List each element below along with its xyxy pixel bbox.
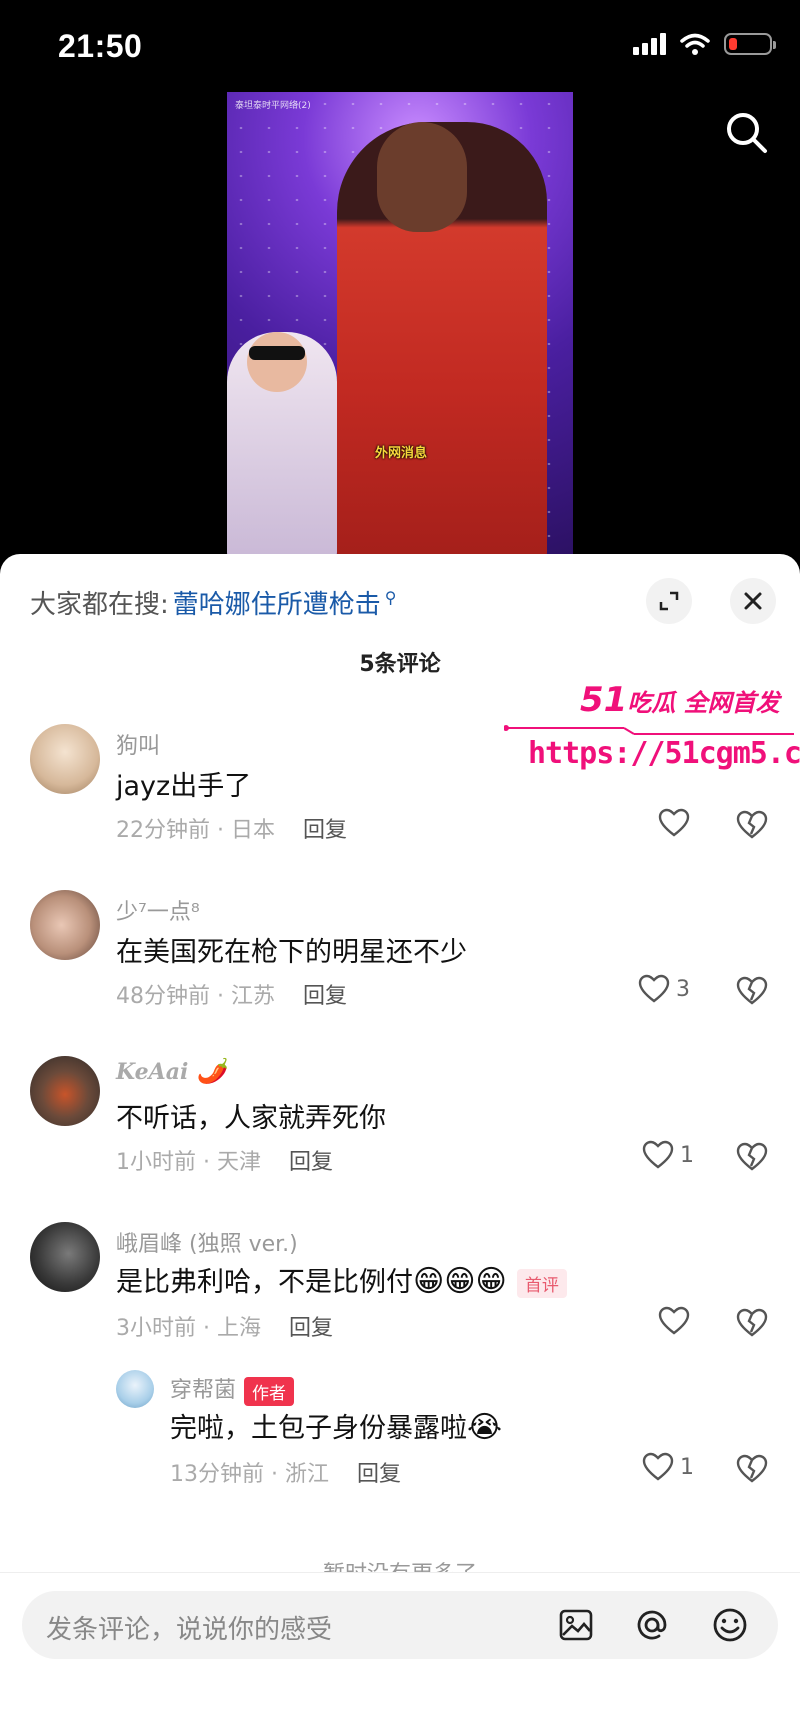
comment-username[interactable]: 峨眉峰 (独照 ver.) (116, 1226, 298, 1258)
avatar[interactable] (30, 1222, 100, 1292)
reply-username[interactable]: 穿帮菌 (170, 1378, 236, 1403)
signal-icon (633, 33, 666, 55)
reply-button[interactable]: 回复 (357, 1462, 401, 1487)
image-icon[interactable] (556, 1605, 596, 1645)
ad-title-number: 51 (580, 680, 628, 720)
avatar[interactable] (116, 1370, 154, 1408)
broken-heart-icon[interactable] (736, 1142, 768, 1172)
comment-text-body: 是比弗利哈，不是比例付 (116, 1267, 413, 1298)
reply-username-row: 穿帮菌 作者 (170, 1372, 295, 1406)
heart-icon (638, 974, 670, 1003)
like-button[interactable]: 3 (638, 974, 690, 1004)
reply-time-location: 13分钟前 · 浙江 (170, 1462, 329, 1487)
comment-username[interactable]: 狗叫 (116, 728, 160, 760)
broken-heart-icon[interactable] (736, 976, 768, 1006)
comment-meta: 1小时前 · 天津 回复 (116, 1144, 333, 1176)
comment-username[interactable]: 少⁷一点⁸ (116, 894, 200, 926)
hot-search-link[interactable]: 蕾哈娜住所遭枪击 (173, 584, 381, 621)
comment-meta: 22分钟前 · 日本 回复 (116, 812, 347, 844)
status-bar: 21:50 (0, 0, 800, 92)
ad-title-text: 吃瓜 全网首发 (627, 689, 780, 717)
at-icon[interactable] (632, 1605, 672, 1645)
heart-icon (642, 1452, 674, 1481)
like-button[interactable]: 1 (642, 1452, 694, 1482)
ad-decoration (504, 725, 794, 735)
video-player[interactable]: 泰坦泰时平网络(2) 外网消息 (227, 92, 573, 554)
grin-emoji: 😁😁😁 (413, 1264, 507, 1299)
broken-heart-icon[interactable] (736, 1454, 768, 1484)
emoji-icon[interactable] (710, 1605, 750, 1645)
expand-icon (659, 591, 679, 611)
comment-meta: 3小时前 · 上海 回复 (116, 1310, 333, 1342)
video-watermark: 泰坦泰时平网络(2) (235, 101, 311, 111)
like-count: 3 (676, 976, 690, 1002)
reply-button[interactable]: 回复 (303, 818, 347, 843)
close-icon (744, 592, 762, 610)
like-button[interactable]: 1 (642, 1140, 694, 1170)
comment-composer: 发条评论，说说你的感受 (0, 1572, 800, 1732)
comment-input-placeholder: 发条评论，说说你的感受 (46, 1615, 333, 1645)
video-caption: 外网消息 (375, 446, 428, 461)
like-count: 1 (680, 1454, 694, 1480)
heart-icon (658, 1306, 690, 1335)
hot-search: 大家都在搜: 蕾哈娜住所遭枪击 ⚲ (30, 584, 397, 621)
avatar[interactable] (30, 890, 100, 960)
ad-url: https://51cgm5.com (528, 736, 800, 771)
comment-username-text: KeAai (116, 1059, 189, 1085)
comment-time-location: 48分钟前 · 江苏 (116, 984, 275, 1009)
comment-text: 在美国死在枪下的明星还不少 (116, 937, 467, 968)
comment-input[interactable]: 发条评论，说说你的感受 (22, 1591, 778, 1659)
battery-icon (724, 33, 776, 55)
status-icons (633, 32, 776, 56)
heart-icon (642, 1140, 674, 1169)
avatar[interactable] (30, 1056, 100, 1126)
reply-meta: 13分钟前 · 浙江 回复 (170, 1456, 401, 1488)
avatar[interactable] (30, 724, 100, 794)
like-button[interactable] (658, 1306, 696, 1336)
comment-meta: 48分钟前 · 江苏 回复 (116, 978, 347, 1010)
reply-button[interactable]: 回复 (289, 1316, 333, 1341)
reply-text-body: 完啦，土包子身份暴露啦 (170, 1413, 467, 1444)
no-more-comments: 暂时没有更多了 (0, 1556, 800, 1572)
chili-emoji: 🌶️ (196, 1056, 226, 1085)
comment-time-location: 22分钟前 · 日本 (116, 818, 275, 843)
broken-heart-icon[interactable] (736, 810, 768, 840)
like-count: 1 (680, 1142, 694, 1168)
comment-text: jayz出手了 (116, 771, 252, 802)
hot-search-magnifier-icon: ⚲ (384, 588, 397, 607)
comment-time-location: 1小时前 · 天津 (116, 1150, 261, 1175)
close-button[interactable] (730, 578, 776, 624)
hot-search-prefix: 大家都在搜: (30, 590, 169, 620)
crying-emoji: 😭 (467, 1410, 503, 1445)
like-button[interactable] (658, 808, 696, 838)
status-time: 21:50 (58, 28, 143, 64)
comment-text: 是比弗利哈，不是比例付😁😁😁 首评 (116, 1260, 567, 1299)
author-badge: 作者 (244, 1376, 295, 1406)
reply-text: 完啦，土包子身份暴露啦😭 (170, 1406, 502, 1445)
reply-button[interactable]: 回复 (303, 984, 347, 1009)
comment-text: 不听话，人家就弄死你 (116, 1103, 386, 1134)
comments-count: 5条评论 (359, 652, 441, 677)
comment-username[interactable]: KeAai 🌶️ (116, 1056, 226, 1085)
heart-icon (658, 808, 690, 837)
broken-heart-icon[interactable] (736, 1308, 768, 1338)
reply-button[interactable]: 回复 (289, 1150, 333, 1175)
wifi-icon (680, 33, 710, 55)
ad-watermark: 51吃瓜 全网首发 https://51cgm5.com (500, 680, 800, 780)
expand-button[interactable] (646, 578, 692, 624)
search-icon[interactable] (722, 108, 772, 158)
ad-title: 51吃瓜 全网首发 (580, 680, 780, 720)
comment-time-location: 3小时前 · 上海 (116, 1316, 261, 1341)
first-comment-badge: 首评 (516, 1269, 567, 1298)
